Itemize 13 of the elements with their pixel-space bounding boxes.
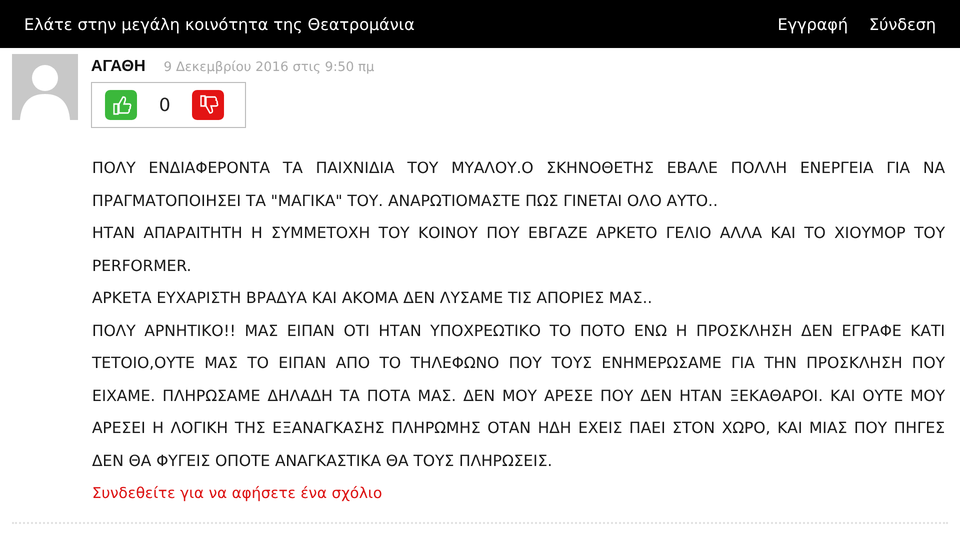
comment-date: 9 Δεκεμβρίου 2016 στις 9:50 πμ	[164, 60, 374, 75]
site-title: Ελάτε στην μεγάλη κοινότητα της Θεατρομάνια	[24, 14, 416, 34]
vote-count: 0	[159, 94, 170, 116]
nav-link[interactable]: Εγγραφή	[778, 14, 848, 34]
comment-paragraph: ΗΤΑΝ ΑΠΑΡΑΙΤΗΤΗ Η ΣΥΜΜΕΤΟΧΗ ΤΟΥ ΚΟΙΝΟΥ ΠΟΥ ΕΒΓΑΖΕ ΑΡΚΕΤΟ ΓΕΛΙΟ ΑΛΛΑ ΚΑΙ ΤΟ ΧΙΟΥΜΟΡ ΤΟΥ PERFORMER.	[92, 223, 945, 276]
author-name: ΑΓΑΘΗ	[91, 58, 146, 76]
comment-paragraph: ΑΡΚΕΤΑ ΕΥΧΑΡΙΣΤΗ ΒΡΑΔΥΑ ΚΑΙ ΑΚΟΜΑ ΔΕΝ ΛΥΣΑΜΕ ΤΙΣ ΑΠΟΡΙΕΣ ΜΑΣ..	[92, 288, 654, 309]
thumbs-up-icon[interactable]	[105, 90, 137, 120]
login-link[interactable]: Συνδεθείτε για να αφήσετε ένα σχόλιο	[92, 484, 382, 502]
thumbs-down-icon[interactable]	[192, 90, 224, 120]
nav-link[interactable]: Σύνδεση	[868, 14, 936, 34]
comment-paragraph: ΠΟΛΥ ΕΝΔΙΑΦΕΡΟΝΤΑ ΤΑ ΠΑΙΧΝΙΔΙΑ ΤΟΥ ΜΥΑΛΟΥ.Ο ΣΚΗΝΟΘΕΤΗΣ ΕΒΑΛΕ ΠΟΛΛΗ ΕΝΕΡΓΕΙΑ ΓΙΑ ΝΑ ΠΡΑΓΜΑΤΟΠΟΙΗΣΕΙ ΤΑ "ΜΑΓΙΚΑ" ΤΟΥ. ΑΝΑΡΩΤΙΟΜΑΣΤΕ ΠΩΣ ΓΙΝΕΤΑΙ ΟΛΟ ΑΥΤΟ..	[92, 158, 945, 212]
comment-paragraph: ΠΟΛΥ ΑΡΝΗΤΙΚΟ!! ΜΑΣ ΕΙΠΑΝ ΟΤΙ ΗΤΑΝ ΥΠΟΧΡΕΩΤΙΚΟ ΤΟ ΠΟΤΟ ΕΝΩ Η ΠΡΟΣΚΛΗΣΗ ΔΕΝ ΕΓΡΑΦΕ ΚΑΤΙ ΤΕΤΟΙΟ,ΟΥΤΕ ΜΑΣ ΤΟ ΕΙΠΑΝ ΑΠΟ ΤΟ ΤΗΛΕΦΩΝΟ ΠΟΥ ΤΟΥΣ ΕΝΗΜΕΡΩΣΑΜΕ ΓΙΑ ΤΗΝ ΠΡΟΣΚΛΗΣΗ ΠΟΥ ΕΙΧΑΜΕ. ΠΛΗΡΩΣΑΜΕ ΔΗΛΑΔΗ ΤΑ ΠΟΤΑ ΜΑΣ. ΔΕΝ ΜΟΥ ΑΡΕΣΕ ΠΟΥ ΔΕΝ ΗΤΑΝ ΞΕΚΑΘΑΡΟΙ. ΚΑΙ ΟΥΤΕ ΜΟΥ ΑΡΕΣΕΙ Η ΛΟΓΙΚΗ ΤΗΣ ΕΞΑΝΑΓΚΑΣΗΣ ΠΛΗΡΩΜΗΣ ΟΤΑΝ ΗΔΗ ΕΧΕΙΣ ΠΑΕΙ ΣΤΟΝ ΧΩΡΟ, ΚΑΙ ΜΙΑΣ ΠΟΥ ΠΗΓΕΣ ΔΕΝ ΘΑ ΦΥΓΕΙΣ ΟΠΟΤΕ ΑΝΑΓΚΑΣΤΙΚΑ ΘΑ ΤΟΥΣ ΠΛΗΡΩΣΕΙΣ.	[92, 320, 945, 472]
